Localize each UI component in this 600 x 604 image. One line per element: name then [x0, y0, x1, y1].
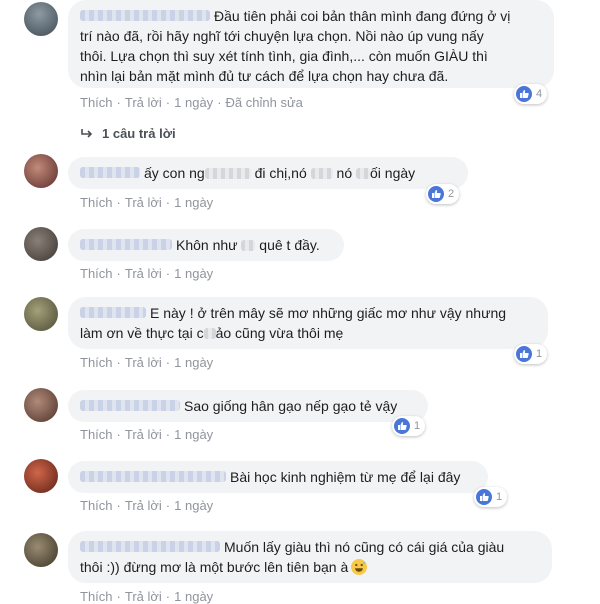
comment-author-name-redacted[interactable]: [80, 399, 180, 411]
reaction-count[interactable]: 1: [514, 344, 548, 364]
comment-text-line: nhìn lại bản mặt mình đủ tư cách để lựa …: [80, 68, 449, 84]
comment-bubble: Đầu tiên phải coi bản thân mình đang đứn…: [68, 0, 554, 88]
comment-actions: Thích · Trả lời · 1 ngày: [80, 427, 214, 442]
comment-text-line: trí nào đã, rồi hãy nghĩ tới chuyện lựa …: [80, 28, 484, 44]
timestamp[interactable]: 1 ngày: [174, 266, 213, 281]
avatar[interactable]: [24, 533, 58, 567]
like-count: 2: [448, 188, 455, 200]
reply-link[interactable]: Trả lời: [125, 266, 162, 281]
reaction-count[interactable]: 2: [426, 184, 460, 204]
comment-actions: Thích · Trả lời · 1 ngày: [80, 195, 214, 210]
like-link[interactable]: Thích: [80, 195, 113, 210]
comment-author-name-redacted[interactable]: [80, 306, 146, 318]
reply-arrow-icon: [81, 128, 93, 138]
view-replies-link[interactable]: 1 câu trả lời: [80, 126, 176, 141]
reply-link[interactable]: Trả lời: [125, 95, 162, 110]
comment-author-name-redacted[interactable]: [80, 238, 172, 250]
replies-count: 1 câu trả lời: [102, 126, 176, 141]
avatar[interactable]: [24, 154, 58, 188]
redacted-text: [204, 167, 251, 179]
timestamp[interactable]: 1 ngày: [174, 195, 213, 210]
edited-label[interactable]: Đã chỉnh sửa: [226, 95, 303, 110]
comment-actions: Thích · Trả lời · 1 ngày: [80, 355, 214, 370]
comment-bubble: Sao giống hân gạo nếp gạo tẻ vậy: [68, 390, 428, 422]
thumbs-up-icon: [516, 346, 532, 362]
like-link[interactable]: Thích: [80, 427, 113, 442]
like-count: 1: [536, 348, 543, 360]
comment-actions: Thích · Trả lời · 1 ngày: [80, 498, 214, 513]
avatar[interactable]: [24, 297, 58, 331]
comment-bubble: Muốn lấy giàu thì nó cũng có cái giá của…: [68, 531, 552, 583]
thumbs-up-icon: [516, 86, 532, 102]
like-link[interactable]: Thích: [80, 355, 113, 370]
comment-actions: Thích · Trả lời · 1 ngày · Đã chỉnh sửa: [80, 95, 303, 110]
like-count: 1: [414, 420, 421, 432]
thumbs-up-icon: [394, 418, 410, 434]
comment-text-line: Đầu tiên phải coi bản thân mình đang đứn…: [214, 8, 511, 24]
like-count: 1: [496, 491, 503, 503]
comment-bubble: Bài học kinh nghiệm từ mẹ để lại đây: [68, 461, 488, 493]
thumbs-up-icon: [476, 489, 492, 505]
timestamp[interactable]: 1 ngày: [174, 589, 213, 604]
grinning-sweat-emoji-icon: [351, 559, 368, 576]
reply-link[interactable]: Trả lời: [125, 355, 162, 370]
redacted-text: [356, 167, 371, 179]
avatar[interactable]: [24, 459, 58, 493]
comment-bubble: ấy con ng đi chị,nó nó ối ngày: [68, 157, 468, 189]
timestamp[interactable]: 1 ngày: [174, 427, 213, 442]
comment-author-name-redacted[interactable]: [80, 540, 220, 552]
avatar[interactable]: [24, 388, 58, 422]
thumbs-up-icon: [428, 186, 444, 202]
timestamp[interactable]: 1 ngày: [174, 95, 213, 110]
redacted-text: [203, 327, 216, 339]
comment-text-line: thôi. Lựa chọn thì suy xét tính tình, gi…: [80, 48, 488, 64]
comment-bubble: E này ! ở trên mây sẽ mơ những giấc mơ n…: [68, 297, 548, 349]
avatar[interactable]: [24, 2, 58, 36]
comment-actions: Thích · Trả lời · 1 ngày: [80, 589, 214, 604]
reaction-count[interactable]: 1: [392, 416, 426, 436]
comment-author-name-redacted[interactable]: [80, 166, 140, 178]
redacted-text: [241, 239, 256, 251]
like-count: 4: [536, 88, 543, 100]
like-link[interactable]: Thích: [80, 589, 113, 604]
redacted-text: [310, 167, 333, 179]
avatar[interactable]: [24, 227, 58, 261]
like-link[interactable]: Thích: [80, 498, 113, 513]
reaction-count[interactable]: 4: [514, 84, 548, 104]
comment-author-name-redacted[interactable]: [80, 470, 226, 482]
timestamp[interactable]: 1 ngày: [174, 498, 213, 513]
reply-link[interactable]: Trả lời: [125, 498, 162, 513]
comment-bubble: Khôn như quê t đầy.: [68, 229, 344, 261]
reply-link[interactable]: Trả lời: [125, 427, 162, 442]
timestamp[interactable]: 1 ngày: [174, 355, 213, 370]
comment-actions: Thích · Trả lời · 1 ngày: [80, 266, 214, 281]
reply-link[interactable]: Trả lời: [125, 195, 162, 210]
reply-link[interactable]: Trả lời: [125, 589, 162, 604]
comment-author-name-redacted[interactable]: [80, 9, 210, 21]
reaction-count[interactable]: 1: [474, 487, 508, 507]
like-link[interactable]: Thích: [80, 95, 113, 110]
like-link[interactable]: Thích: [80, 266, 113, 281]
